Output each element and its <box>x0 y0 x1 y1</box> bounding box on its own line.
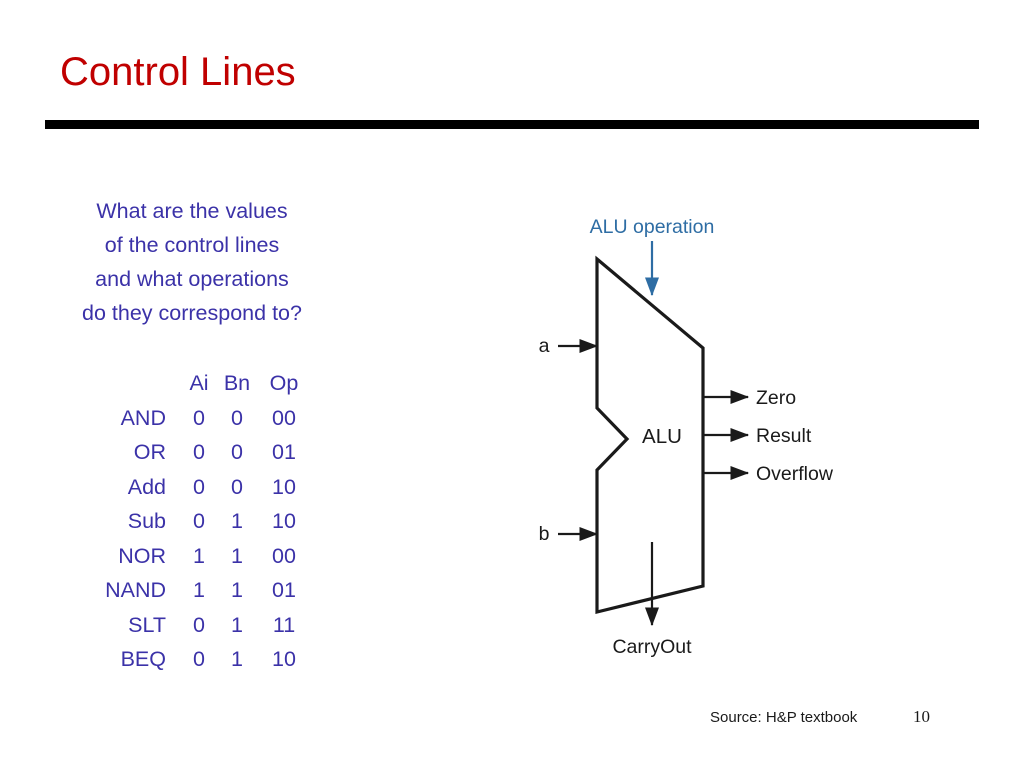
source-attribution: Source: H&P textbook <box>710 709 858 726</box>
cell-operation: NOR <box>118 543 166 568</box>
cell-opcode: 10 <box>272 647 296 671</box>
cell-bn: 0 <box>231 440 243 464</box>
cell-opcode: 00 <box>272 543 296 568</box>
cell-opcode: 01 <box>272 440 296 464</box>
table-row: NOR 1 1 00 <box>62 539 312 574</box>
cell-bn: 1 <box>231 647 243 671</box>
page-title: Control Lines <box>60 50 296 94</box>
cell-operation: BEQ <box>120 647 166 671</box>
table-row: BEQ 0 1 10 <box>62 642 312 677</box>
cell-ai: 0 <box>193 405 205 430</box>
column-header-operation <box>62 366 180 401</box>
slide-number: 10 <box>913 707 930 726</box>
table-header-row: Ai Bn Op <box>62 366 312 401</box>
cell-bn: 1 <box>231 612 243 637</box>
cell-ai: 0 <box>193 612 205 637</box>
input-a-label: a <box>539 335 550 357</box>
question-line-3: and what operations <box>95 267 289 291</box>
output-zero-label: Zero <box>756 387 796 409</box>
cell-operation: OR <box>133 440 166 464</box>
question-line-2: of the control lines <box>104 233 280 257</box>
cell-ai: 1 <box>193 543 205 568</box>
cell-bn: 1 <box>231 578 243 602</box>
control-lines-table: Ai Bn Op AND 0 0 00 OR 0 0 01 Add 0 0 10… <box>62 366 312 677</box>
column-header-bn: Bn <box>223 371 251 395</box>
cell-opcode: 00 <box>272 405 296 430</box>
cell-bn: 0 <box>231 405 243 430</box>
table-row: Sub 0 1 10 <box>62 504 312 539</box>
cell-opcode: 11 <box>272 612 296 637</box>
title-divider-rule <box>45 120 979 129</box>
input-b-label: b <box>539 523 550 545</box>
cell-operation: SLT <box>128 612 166 637</box>
cell-ai: 0 <box>193 509 205 533</box>
column-header-op: Op <box>269 371 299 395</box>
alu-operation-label: ALU operation <box>590 216 715 238</box>
table-row: Add 0 0 10 <box>62 470 312 505</box>
cell-ai: 1 <box>193 578 205 602</box>
cell-ai: 0 <box>193 440 205 464</box>
cell-opcode: 10 <box>272 509 296 533</box>
cell-ai: 0 <box>193 647 205 671</box>
cell-bn: 1 <box>231 543 243 568</box>
cell-opcode: 10 <box>272 474 296 499</box>
cell-bn: 1 <box>231 509 243 533</box>
cell-ai: 0 <box>193 474 205 499</box>
alu-block-diagram: ALU ALU operation a b Zero Result Overfl… <box>500 195 920 665</box>
table-row: OR 0 0 01 <box>62 435 312 470</box>
cell-bn: 0 <box>231 474 243 499</box>
cell-operation: NAND <box>105 578 166 602</box>
alu-body-label: ALU <box>642 425 682 448</box>
cell-opcode: 01 <box>272 578 296 602</box>
question-line-4: do they correspond to? <box>82 301 302 325</box>
column-header-ai: Ai <box>189 371 209 395</box>
cell-operation: Sub <box>127 509 166 533</box>
output-carryout-label: CarryOut <box>612 636 692 658</box>
cell-operation: AND <box>120 405 166 430</box>
table-row: AND 0 0 00 <box>62 401 312 436</box>
question-text-block: What are the values of the control lines… <box>42 194 342 330</box>
output-result-label: Result <box>756 425 812 447</box>
table-row: NAND 1 1 01 <box>62 573 312 608</box>
cell-operation: Add <box>127 474 166 499</box>
output-overflow-label: Overflow <box>756 463 834 485</box>
table-row: SLT 0 1 11 <box>62 608 312 643</box>
question-line-1: What are the values <box>96 199 288 223</box>
